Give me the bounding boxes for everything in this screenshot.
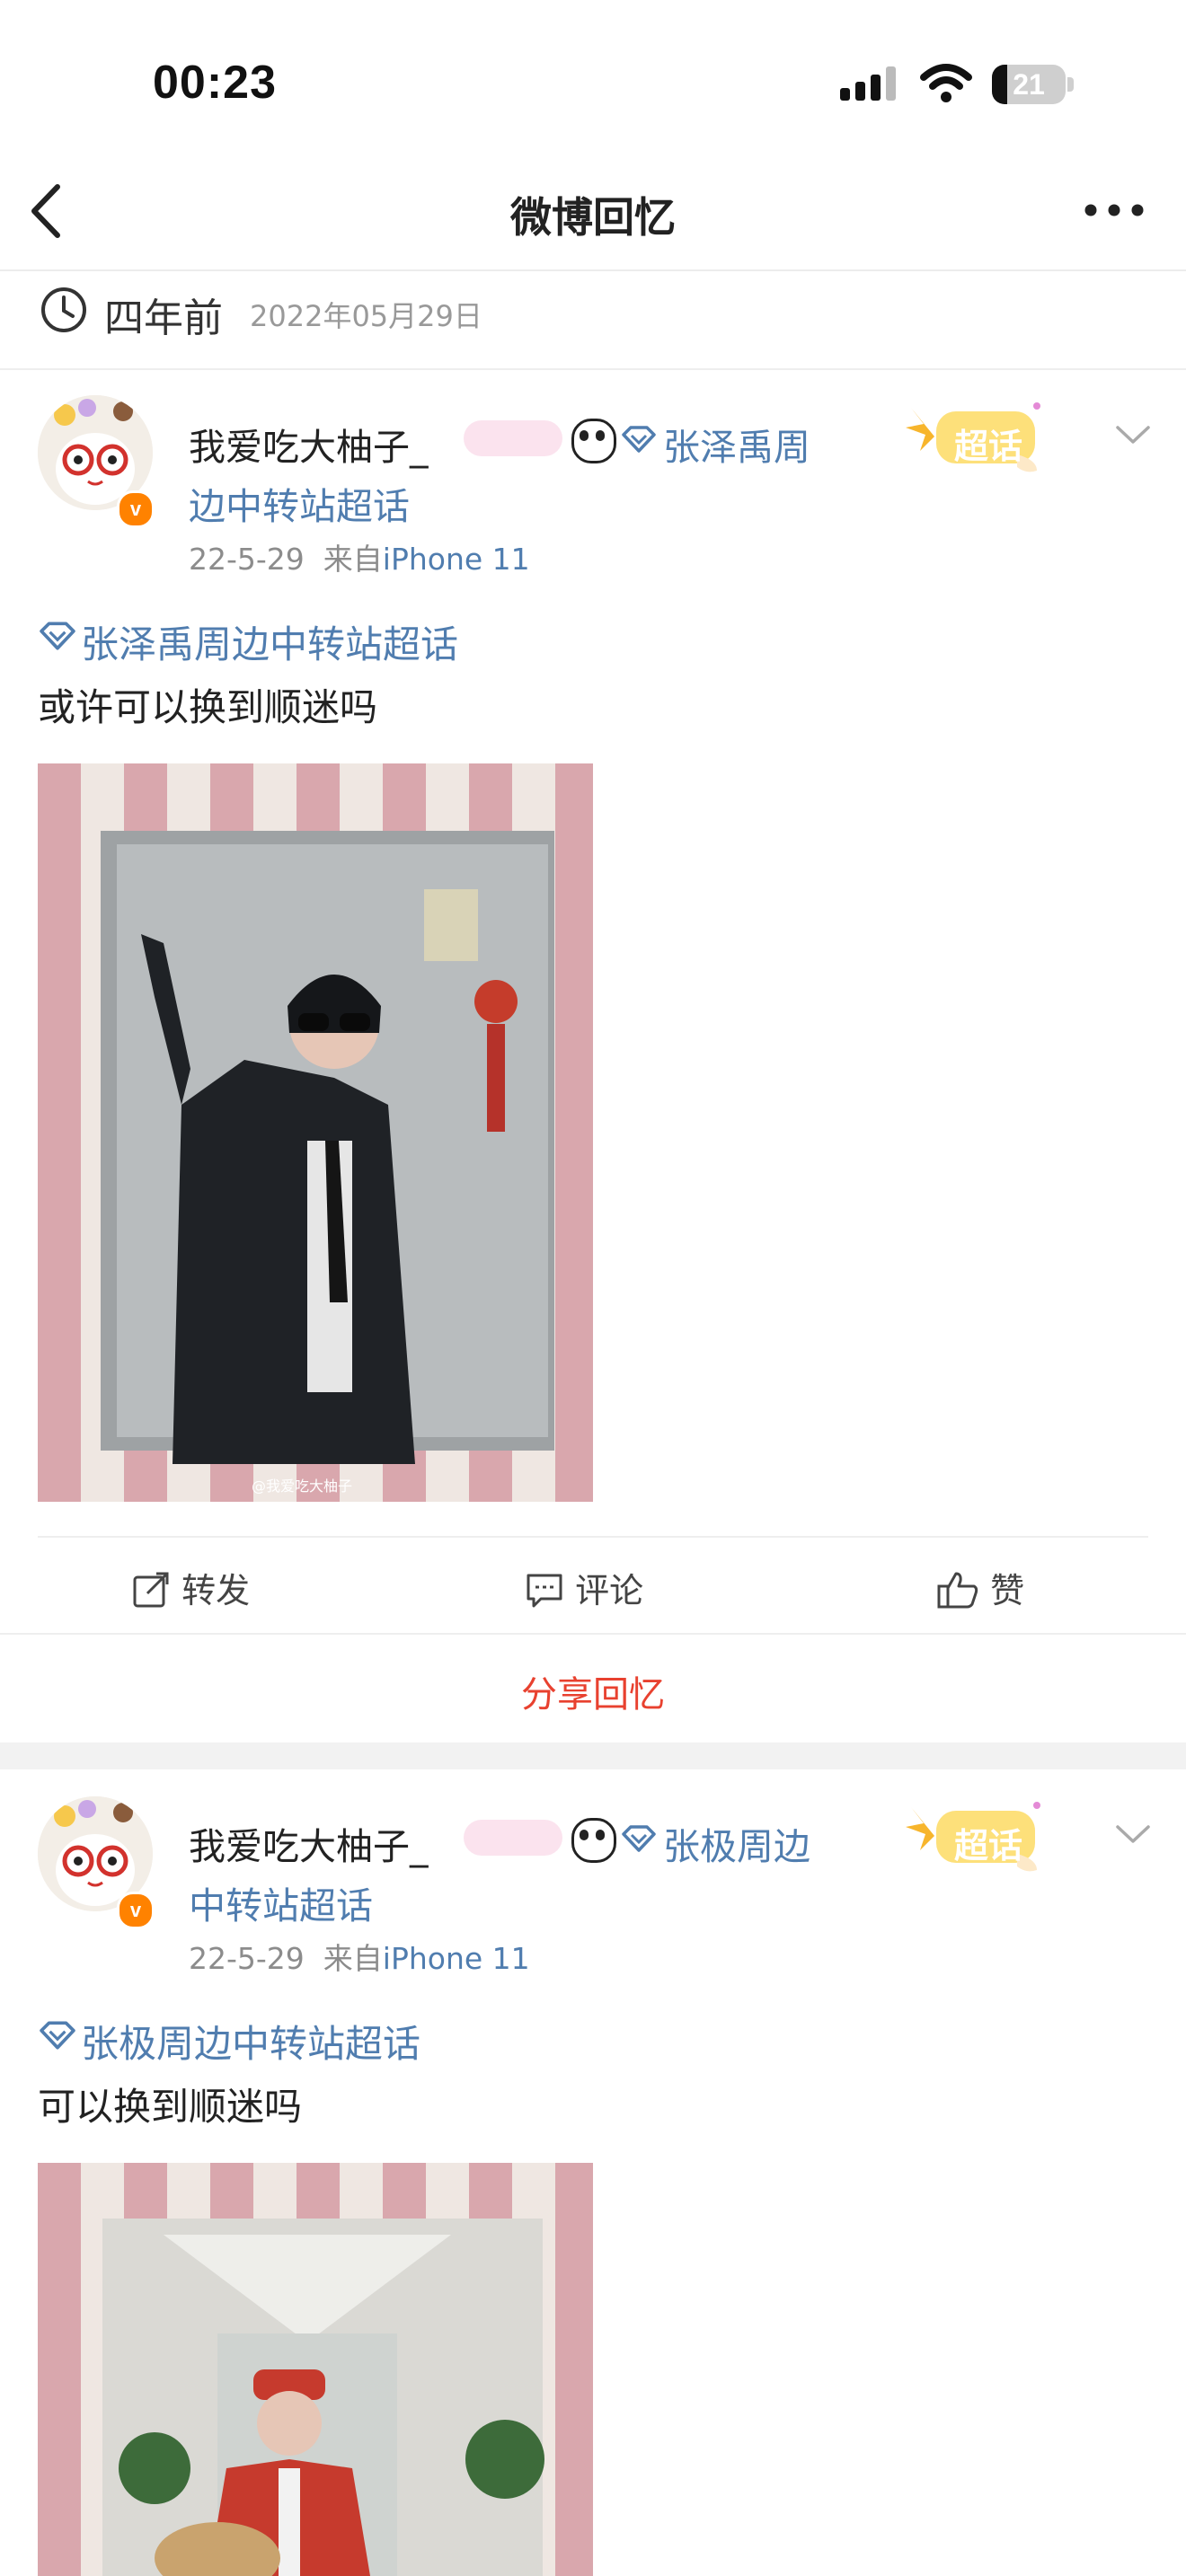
supertopic-link[interactable]: 张极周边	[663, 1816, 810, 1870]
diamond-icon	[622, 426, 656, 453]
post-device: iPhone 11	[382, 542, 530, 577]
nav-divider	[0, 269, 1186, 271]
signal-icon	[840, 66, 896, 101]
post-device: iPhone 11	[382, 1941, 530, 1976]
post-text: 可以换到顺迷吗	[38, 2085, 303, 2129]
post-image[interactable]: @我爱吃大柚子	[38, 763, 593, 1502]
supertopic-badge[interactable]: 超话	[902, 1798, 1046, 1879]
page-title: 微博回忆	[510, 193, 676, 242]
chevron-down-icon[interactable]	[1114, 1820, 1152, 1847]
post-text: 或许可以换到顺迷吗	[38, 685, 378, 729]
like-icon	[937, 1572, 978, 1609]
date-divider	[0, 368, 1186, 370]
post-meta: 22-5-29 来自iPhone 11	[189, 535, 530, 578]
post-username[interactable]: 我爱吃大柚子_	[189, 417, 429, 471]
comment-label: 评论	[575, 1571, 644, 1610]
chevron-down-icon[interactable]	[1114, 420, 1152, 447]
diamond-icon	[40, 2021, 75, 2050]
member-badge	[464, 420, 562, 456]
post-username[interactable]: 我爱吃大柚子_	[189, 1816, 429, 1870]
diamond-icon	[622, 1825, 656, 1852]
image-watermark: @我爱吃大柚子	[252, 1478, 352, 1495]
like-button[interactable]: 赞	[936, 1563, 1024, 1612]
verified-badge: v	[117, 490, 155, 528]
supertopic-link-cont[interactable]: 中转站超话	[189, 1875, 373, 1929]
post-image[interactable]	[38, 2163, 593, 2576]
share-divider	[0, 1633, 1186, 1635]
like-label: 赞	[990, 1571, 1025, 1610]
verified-badge: v	[117, 1892, 155, 1929]
post-time: 22-5-29	[189, 1941, 305, 1976]
comment-icon	[527, 1574, 562, 1608]
status-time: 00:23	[153, 57, 277, 109]
action-divider	[38, 1536, 1148, 1538]
supertopic-badge-label: 超话	[953, 427, 1022, 466]
post-topic-tag[interactable]: 张极周边中转站超话	[81, 2014, 420, 2069]
battery-icon: 21	[992, 65, 1075, 104]
member-badge	[464, 1820, 562, 1856]
wifi-icon	[920, 64, 972, 102]
post-gap	[0, 1742, 1186, 1769]
memory-date: 2022年05月29日	[250, 299, 482, 333]
clock-icon	[41, 287, 86, 332]
post-topic-tag[interactable]: 张泽禹周边中转站超话	[81, 614, 458, 669]
battery-level: 21	[1013, 68, 1045, 101]
supertopic-link[interactable]: 张泽禹周	[663, 417, 810, 471]
post-source-prefix: 来自	[323, 1941, 383, 1976]
post-time: 22-5-29	[189, 542, 305, 577]
diamond-icon	[40, 622, 75, 650]
supertopic-badge[interactable]: 超话	[902, 399, 1046, 480]
repost-label: 转发	[181, 1571, 251, 1610]
repost-icon	[133, 1572, 169, 1608]
memory-ago: 四年前	[104, 296, 223, 341]
panda-icon	[571, 419, 616, 463]
supertopic-link-cont[interactable]: 边中转站超话	[189, 476, 410, 530]
supertopic-badge-label: 超话	[953, 1826, 1022, 1866]
comment-button[interactable]: 评论	[525, 1563, 643, 1612]
panda-icon	[571, 1818, 616, 1863]
post-meta: 22-5-29 来自iPhone 11	[189, 1935, 530, 1978]
post-source-prefix: 来自	[323, 542, 383, 577]
more-icon[interactable]	[1083, 203, 1146, 217]
repost-button[interactable]: 转发	[131, 1563, 250, 1612]
share-memory-button[interactable]: 分享回忆	[0, 1665, 1186, 1717]
